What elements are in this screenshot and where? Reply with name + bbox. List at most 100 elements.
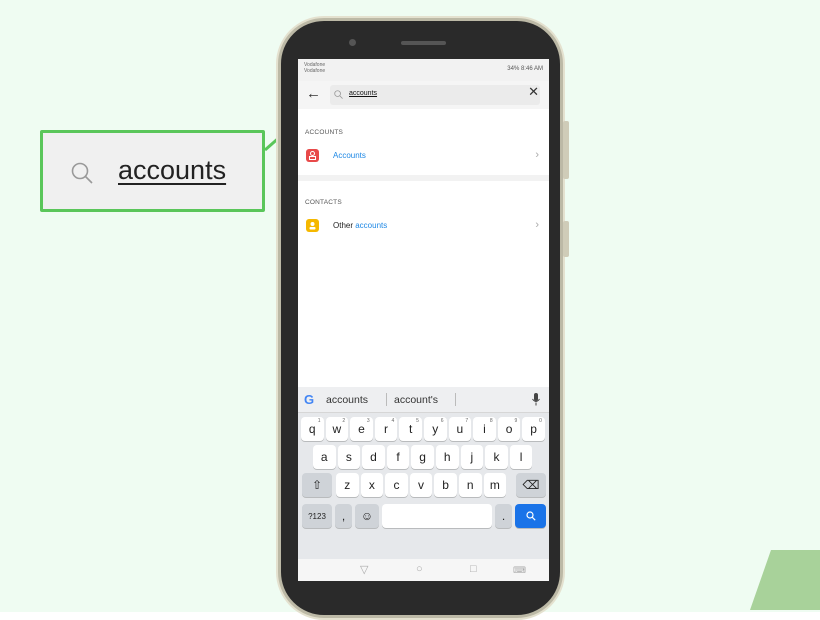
search-input[interactable]: accounts: [330, 85, 540, 105]
key-c[interactable]: c: [385, 473, 408, 497]
key-f[interactable]: f: [386, 445, 410, 469]
callout-query-text: accounts: [118, 155, 227, 185]
result-row-other-accounts[interactable]: Other accounts ›: [298, 213, 549, 239]
key-q[interactable]: q1: [301, 417, 324, 441]
comma-key[interactable]: ,: [335, 504, 352, 528]
key-letter: w: [332, 422, 342, 436]
key-number-hint: 4: [391, 418, 395, 424]
key-h[interactable]: h: [436, 445, 459, 469]
status-bar: Vodafone Vodafone 34% 8:46 AM: [298, 59, 549, 81]
search-key[interactable]: [515, 504, 546, 528]
backspace-key[interactable]: ⌫: [516, 473, 546, 497]
key-number-hint: 5: [416, 418, 419, 424]
keyboard-hide-icon[interactable]: ⌨: [513, 565, 526, 576]
key-r[interactable]: r4: [374, 417, 398, 441]
phone-screen: Vodafone Vodafone 34% 8:46 AM ← accounts…: [298, 59, 549, 581]
key-letter: t: [408, 422, 413, 436]
key-z[interactable]: z: [336, 473, 359, 497]
contacts-app-icon: [306, 219, 319, 232]
suggestion-bar: G accounts account's: [298, 387, 549, 413]
key-letter: q: [308, 422, 316, 436]
key-a[interactable]: a: [313, 445, 336, 469]
key-n[interactable]: n: [459, 473, 482, 497]
key-i[interactable]: i8: [473, 417, 496, 441]
key-letter: i: [483, 422, 486, 436]
result-highlight: accounts: [355, 221, 388, 230]
emoji-key[interactable]: ☺: [355, 504, 379, 528]
accounts-app-icon: [306, 149, 319, 162]
key-k[interactable]: k: [485, 445, 508, 469]
search-icon: [71, 162, 93, 184]
key-number-hint: 3: [366, 418, 370, 424]
key-letter: u: [456, 422, 464, 436]
result-label-accounts: Accounts: [333, 151, 366, 160]
home-circle-icon[interactable]: ○: [416, 563, 423, 575]
key-number-hint: 1: [317, 418, 321, 424]
chevron-right-icon: ›: [535, 149, 539, 161]
key-v[interactable]: v: [409, 473, 433, 497]
battery-time: 34% 8:46 AM: [507, 66, 543, 72]
key-number-hint: 7: [465, 418, 469, 424]
back-arrow-icon[interactable]: ←: [306, 86, 321, 102]
volume-button: [563, 121, 569, 179]
key-g[interactable]: g: [411, 445, 434, 469]
symbols-key[interactable]: ?123: [302, 504, 332, 528]
zoom-callout: accounts: [40, 130, 265, 212]
key-x[interactable]: x: [360, 473, 384, 497]
key-u[interactable]: u7: [448, 417, 472, 441]
key-letter: e: [358, 422, 365, 436]
close-icon[interactable]: ✕: [528, 84, 539, 100]
key-number-hint: 9: [514, 418, 518, 424]
key-s[interactable]: s: [337, 445, 361, 469]
result-label-other-accounts: Other accounts: [333, 221, 387, 230]
result-prefix: Other: [333, 221, 356, 230]
key-d[interactable]: d: [362, 445, 385, 469]
key-number-hint: 0: [539, 418, 542, 424]
carrier-info: Vodafone Vodafone: [304, 62, 325, 74]
search-bar: ← accounts ✕: [298, 81, 549, 109]
key-p[interactable]: p0: [522, 417, 545, 441]
key-b[interactable]: b: [434, 473, 457, 497]
key-number-hint: 6: [440, 418, 444, 424]
google-logo-icon[interactable]: G: [304, 392, 314, 407]
carrier-line-2: Vodafone: [304, 68, 326, 74]
section-header-accounts: ACCOUNTS: [305, 129, 344, 136]
power-button: [563, 221, 569, 257]
search-query: accounts: [349, 90, 378, 97]
phone-frame: Vodafone Vodafone 34% 8:46 AM ← accounts…: [278, 18, 569, 618]
suggestion-2[interactable]: account's: [394, 394, 438, 406]
soft-keyboard: G accounts account's q1w2e3r4t5y6u7i8o9p…: [298, 387, 549, 559]
key-letter: r: [384, 422, 389, 436]
search-icon: [334, 90, 343, 99]
suggestion-divider: [455, 393, 456, 406]
space-key[interactable]: [382, 504, 492, 528]
mic-icon[interactable]: [531, 392, 541, 407]
shift-key[interactable]: ⇧: [302, 473, 332, 497]
back-triangle-icon[interactable]: ▽: [360, 563, 368, 576]
key-j[interactable]: j: [460, 445, 484, 469]
key-y[interactable]: y6: [424, 417, 447, 441]
search-icon: [525, 511, 536, 521]
key-m[interactable]: m: [483, 473, 507, 497]
key-letter: p: [530, 422, 537, 436]
key-letter: y: [432, 422, 439, 436]
key-w[interactable]: w2: [325, 417, 349, 441]
result-row-accounts[interactable]: Accounts ›: [298, 143, 549, 169]
key-o[interactable]: o9: [497, 417, 521, 441]
period-key[interactable]: .: [495, 504, 512, 528]
key-e[interactable]: e3: [350, 417, 373, 441]
front-camera: [349, 39, 356, 46]
suggestion-1[interactable]: accounts: [326, 394, 368, 406]
recents-square-icon[interactable]: □: [470, 563, 477, 575]
section-divider: [298, 175, 549, 181]
key-l[interactable]: l: [509, 445, 533, 469]
section-header-contacts: CONTACTS: [305, 199, 342, 206]
navigation-bar: ▽ ○ □ ⌨: [298, 559, 549, 581]
key-number-hint: 8: [489, 418, 493, 424]
key-t[interactable]: t5: [399, 417, 422, 441]
key-number-hint: 2: [342, 418, 346, 424]
chevron-right-icon: ›: [535, 219, 539, 231]
earpiece: [401, 41, 446, 45]
key-letter: o: [505, 422, 513, 436]
suggestion-divider: [386, 393, 387, 406]
